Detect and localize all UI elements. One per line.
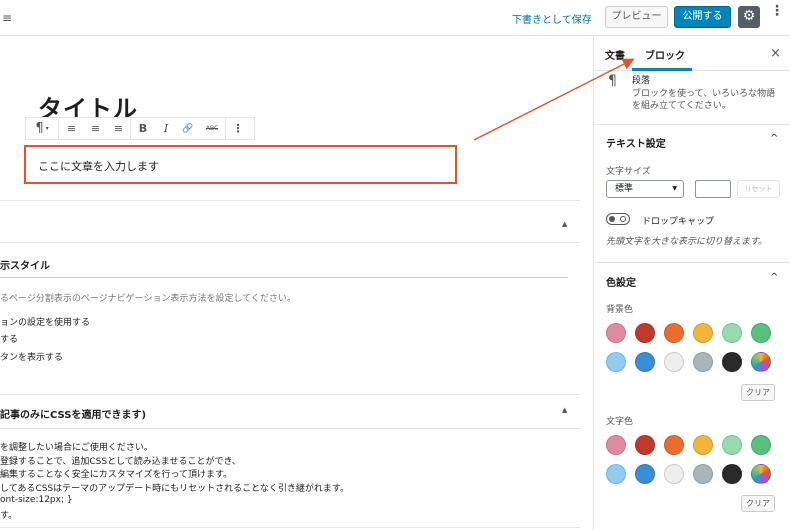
collapse-caret-icon[interactable]: ▲ — [562, 220, 567, 228]
divider — [0, 242, 580, 243]
custom-font-size-input[interactable] — [695, 180, 731, 198]
block-description: ブロックを使って、いろいろな物語を組み立ててください。 — [632, 89, 776, 111]
panel-title-custom-css[interactable]: 記事のみにCSSを適用できます) — [0, 406, 146, 421]
color-swatch[interactable] — [664, 464, 684, 484]
css-help-line: 編集することなく安全にカスタマイズを行って頂けます。 — [0, 470, 233, 480]
background-color-palette — [606, 323, 771, 372]
text-color-label: 文字色 — [606, 417, 634, 427]
editor-canvas: タイトル ¶ ▾ ≡ ≡ ≡ B I 🔗 ABC ⋮ ここに文章を入力します ▲… — [0, 37, 592, 530]
panel-title-pagination[interactable]: 示スタイル — [0, 257, 50, 272]
color-swatch[interactable] — [693, 323, 713, 343]
drop-cap-label: ドロップキャップ — [642, 217, 715, 227]
css-help-line: してあるCSSはテーマのアップデート時にもリセットされることなく引き継がれます。 — [0, 484, 350, 494]
toggle-ring — [620, 216, 626, 222]
active-tab-indicator — [632, 68, 692, 71]
color-swatch[interactable] — [606, 464, 626, 484]
chevron-down-icon: ▾ — [45, 125, 49, 132]
color-swatch[interactable] — [664, 352, 684, 372]
tab-block[interactable]: ブロック — [645, 47, 685, 62]
divider — [594, 124, 790, 125]
color-swatch[interactable] — [635, 464, 655, 484]
font-size-select[interactable]: 標準 ▼ — [606, 180, 684, 198]
chevron-up-icon[interactable]: ^ — [770, 272, 778, 283]
color-swatch[interactable] — [693, 352, 713, 372]
color-swatch[interactable] — [664, 435, 684, 455]
color-swatch[interactable] — [751, 435, 771, 455]
close-icon[interactable]: × — [770, 46, 781, 61]
chevron-up-icon[interactable]: ^ — [770, 133, 778, 144]
color-swatch[interactable] — [635, 435, 655, 455]
chevron-down-icon: ▼ — [672, 185, 677, 192]
block-toolbar: ¶ ▾ ≡ ≡ ≡ B I 🔗 ABC ⋮ — [25, 117, 255, 140]
tab-document[interactable]: 文書 — [605, 47, 625, 62]
divider — [0, 200, 580, 201]
color-swatch[interactable] — [693, 464, 713, 484]
menu-icon[interactable]: ≡ — [2, 11, 12, 25]
settings-sidebar: 文書 ブロック × ¶ 段落 ブロックを使って、いろいろな物語を組み立ててくださ… — [593, 37, 790, 530]
strikethrough-button[interactable]: ABC — [199, 118, 225, 139]
save-draft-link[interactable]: 下書きとして保存 — [512, 11, 592, 26]
gear-icon[interactable]: ⚙ — [738, 6, 760, 28]
clear-text-color-button[interactable]: クリア — [741, 495, 775, 512]
align-right-icon[interactable]: ≡ — [107, 118, 130, 139]
color-swatch[interactable] — [693, 435, 713, 455]
more-options-icon[interactable]: ⋮ — [770, 4, 784, 18]
color-swatch[interactable] — [635, 323, 655, 343]
divider — [0, 527, 580, 528]
divider — [594, 262, 790, 263]
color-swatch[interactable] — [722, 435, 742, 455]
paragraph-transform-button[interactable]: ¶ ▾ — [26, 118, 58, 139]
paragraph-block[interactable]: ここに文章を入力します — [24, 145, 457, 184]
top-toolbar: ≡ 下書きとして保存 プレビュー 公開する ⚙ ⋮ — [0, 0, 790, 36]
pagination-option[interactable]: タンを表示する — [0, 350, 63, 363]
sidebar-tabs: 文書 ブロック × — [594, 37, 790, 71]
paragraph-icon: ¶ — [35, 121, 44, 136]
italic-button[interactable]: I — [155, 118, 177, 139]
color-swatch[interactable] — [664, 323, 684, 343]
color-swatch[interactable] — [722, 323, 742, 343]
css-help-line: す。 — [0, 511, 18, 521]
toggle-knob — [609, 216, 615, 222]
paragraph-icon: ¶ — [608, 73, 617, 89]
reset-button[interactable]: リセット — [737, 180, 780, 198]
divider — [0, 428, 580, 429]
color-swatch[interactable] — [635, 352, 655, 372]
drop-cap-toggle[interactable] — [606, 213, 630, 225]
color-swatch[interactable] — [751, 464, 771, 484]
color-swatch[interactable] — [722, 352, 742, 372]
publish-button[interactable]: 公開する — [674, 6, 731, 28]
divider — [0, 394, 580, 395]
divider — [0, 277, 568, 278]
align-center-icon[interactable]: ≡ — [84, 118, 107, 139]
block-name: 段落 — [632, 76, 651, 86]
preview-button[interactable]: プレビュー — [605, 6, 668, 28]
css-help-line: を調整したい場合にご使用ください。 — [0, 443, 153, 453]
link-icon[interactable]: 🔗 — [177, 118, 199, 139]
pagination-option[interactable]: ョンの設定を使用する — [0, 315, 90, 328]
collapse-caret-icon[interactable]: ▲ — [562, 406, 567, 414]
color-swatch[interactable] — [751, 323, 771, 343]
text-settings-heading[interactable]: テキスト設定 — [606, 135, 666, 150]
css-help-line: 登録することで、追加CSSとして読み込ませることができ、 — [0, 457, 241, 467]
background-color-label: 背景色 — [606, 305, 634, 315]
drop-cap-help: 先頭文字を大きな表示に切り替えます。 — [606, 237, 768, 247]
paragraph-text[interactable]: ここに文章を入力します — [38, 158, 159, 174]
color-swatch[interactable] — [606, 352, 626, 372]
font-size-value: 標準 — [615, 184, 634, 194]
color-swatch[interactable] — [751, 352, 771, 372]
text-color-palette — [606, 435, 771, 484]
color-swatch[interactable] — [722, 464, 742, 484]
bold-button[interactable]: B — [131, 118, 155, 139]
color-swatch[interactable] — [606, 323, 626, 343]
pagination-note: るページ分割表示のページナビゲーション表示方法を設定してください。 — [0, 294, 296, 304]
more-options-icon[interactable]: ⋮ — [226, 118, 250, 139]
color-settings-heading[interactable]: 色設定 — [606, 274, 636, 289]
css-help-line: ont-size:12px; } — [0, 495, 73, 505]
color-swatch[interactable] — [606, 435, 626, 455]
pagination-option[interactable]: する — [0, 332, 18, 345]
align-left-icon[interactable]: ≡ — [59, 118, 84, 139]
clear-background-button[interactable]: クリア — [741, 384, 775, 401]
font-size-label: 文字サイズ — [606, 167, 651, 177]
